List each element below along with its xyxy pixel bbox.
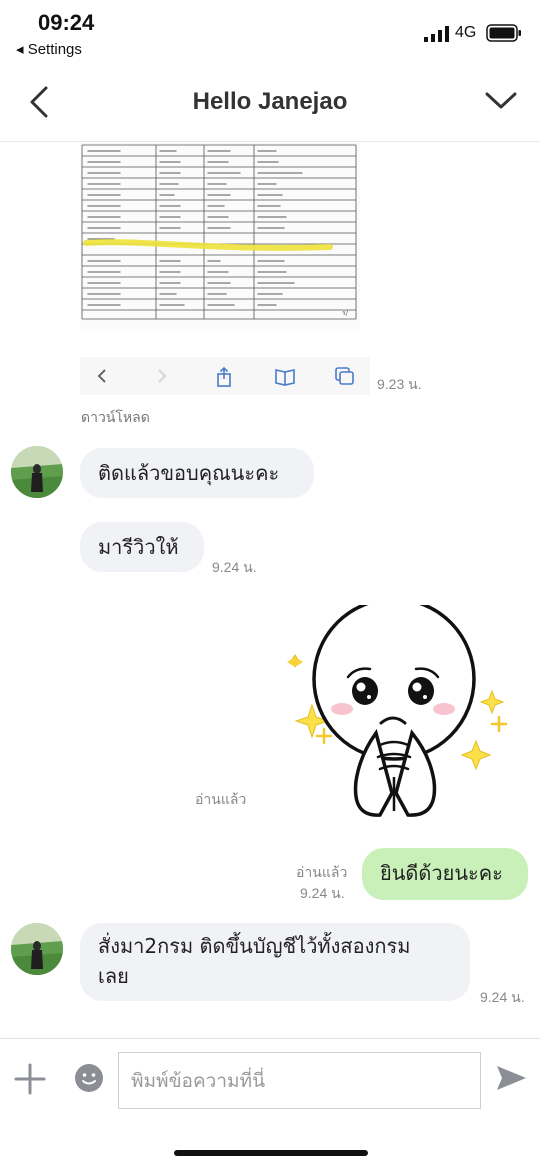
message-text-line: สั่งมา2กรม ติดขึ้นบัญชีไว้ทั้งสองกรม	[98, 934, 411, 958]
received-message-bubble[interactable]: ติดแล้วขอบคุณนะคะ	[80, 448, 314, 498]
tabs-icon[interactable]	[334, 366, 356, 386]
message-time: 9.24 น.	[300, 885, 345, 901]
plus-icon[interactable]	[14, 1063, 46, 1095]
crying-face-sticker	[287, 597, 508, 817]
chevron-right-icon[interactable]	[154, 366, 170, 386]
status-bar: 09:24 ◂ Settings 4G	[0, 0, 540, 70]
sent-message-bubble[interactable]: ยินดีด้วยนะคะ	[362, 848, 528, 900]
received-message-bubble[interactable]: สั่งมา2กรม ติดขึ้นบัญชีไว้ทั้งสองกรม เลย	[80, 923, 470, 1001]
message-text-line: เลย	[98, 964, 129, 988]
download-link[interactable]: ดาวน์โหลด	[81, 407, 150, 429]
chat-area[interactable]: ร/ 9.23 น. ดาวน์โหลด ติดแล้วขอบคุณนะคะ ม…	[0, 143, 540, 1038]
battery-icon	[486, 24, 521, 42]
share-icon[interactable]	[214, 366, 234, 388]
status-time: 09:24	[38, 10, 95, 35]
read-receipt: อ่านแล้ว	[296, 864, 348, 880]
book-icon[interactable]	[274, 366, 296, 386]
sticker-message[interactable]	[280, 597, 510, 823]
home-indicator[interactable]	[174, 1150, 368, 1156]
chat-header: Hello Janejao	[0, 70, 540, 142]
contact-avatar-image	[11, 446, 63, 498]
chevron-down-icon[interactable]	[484, 88, 518, 114]
contact-avatar-image	[11, 923, 63, 975]
message-time: 9.24 น.	[480, 989, 525, 1005]
back-to-settings-link[interactable]: ◂ Settings	[16, 40, 82, 58]
read-receipt: อ่านแล้ว	[195, 791, 247, 807]
network-type: 4G	[455, 24, 477, 41]
send-icon[interactable]	[494, 1063, 528, 1093]
message-time: 9.24 น.	[212, 559, 257, 575]
signal-icon	[424, 26, 449, 42]
chevron-left-icon[interactable]	[94, 366, 110, 386]
avatar[interactable]	[11, 446, 63, 498]
image-viewer-toolbar	[80, 357, 370, 395]
emoji-icon[interactable]	[74, 1063, 104, 1093]
avatar[interactable]	[11, 923, 63, 975]
message-input-bar	[0, 1038, 540, 1128]
received-message-bubble[interactable]: มารีวิวให้	[80, 522, 204, 572]
chat-title: Hello Janejao	[192, 88, 348, 115]
shared-document-image[interactable]: ร/	[80, 143, 360, 329]
document-table-image: ร/	[80, 143, 360, 329]
svg-text:ร/: ร/	[342, 309, 349, 317]
message-input[interactable]	[118, 1052, 481, 1109]
message-time: 9.23 น.	[377, 376, 422, 392]
